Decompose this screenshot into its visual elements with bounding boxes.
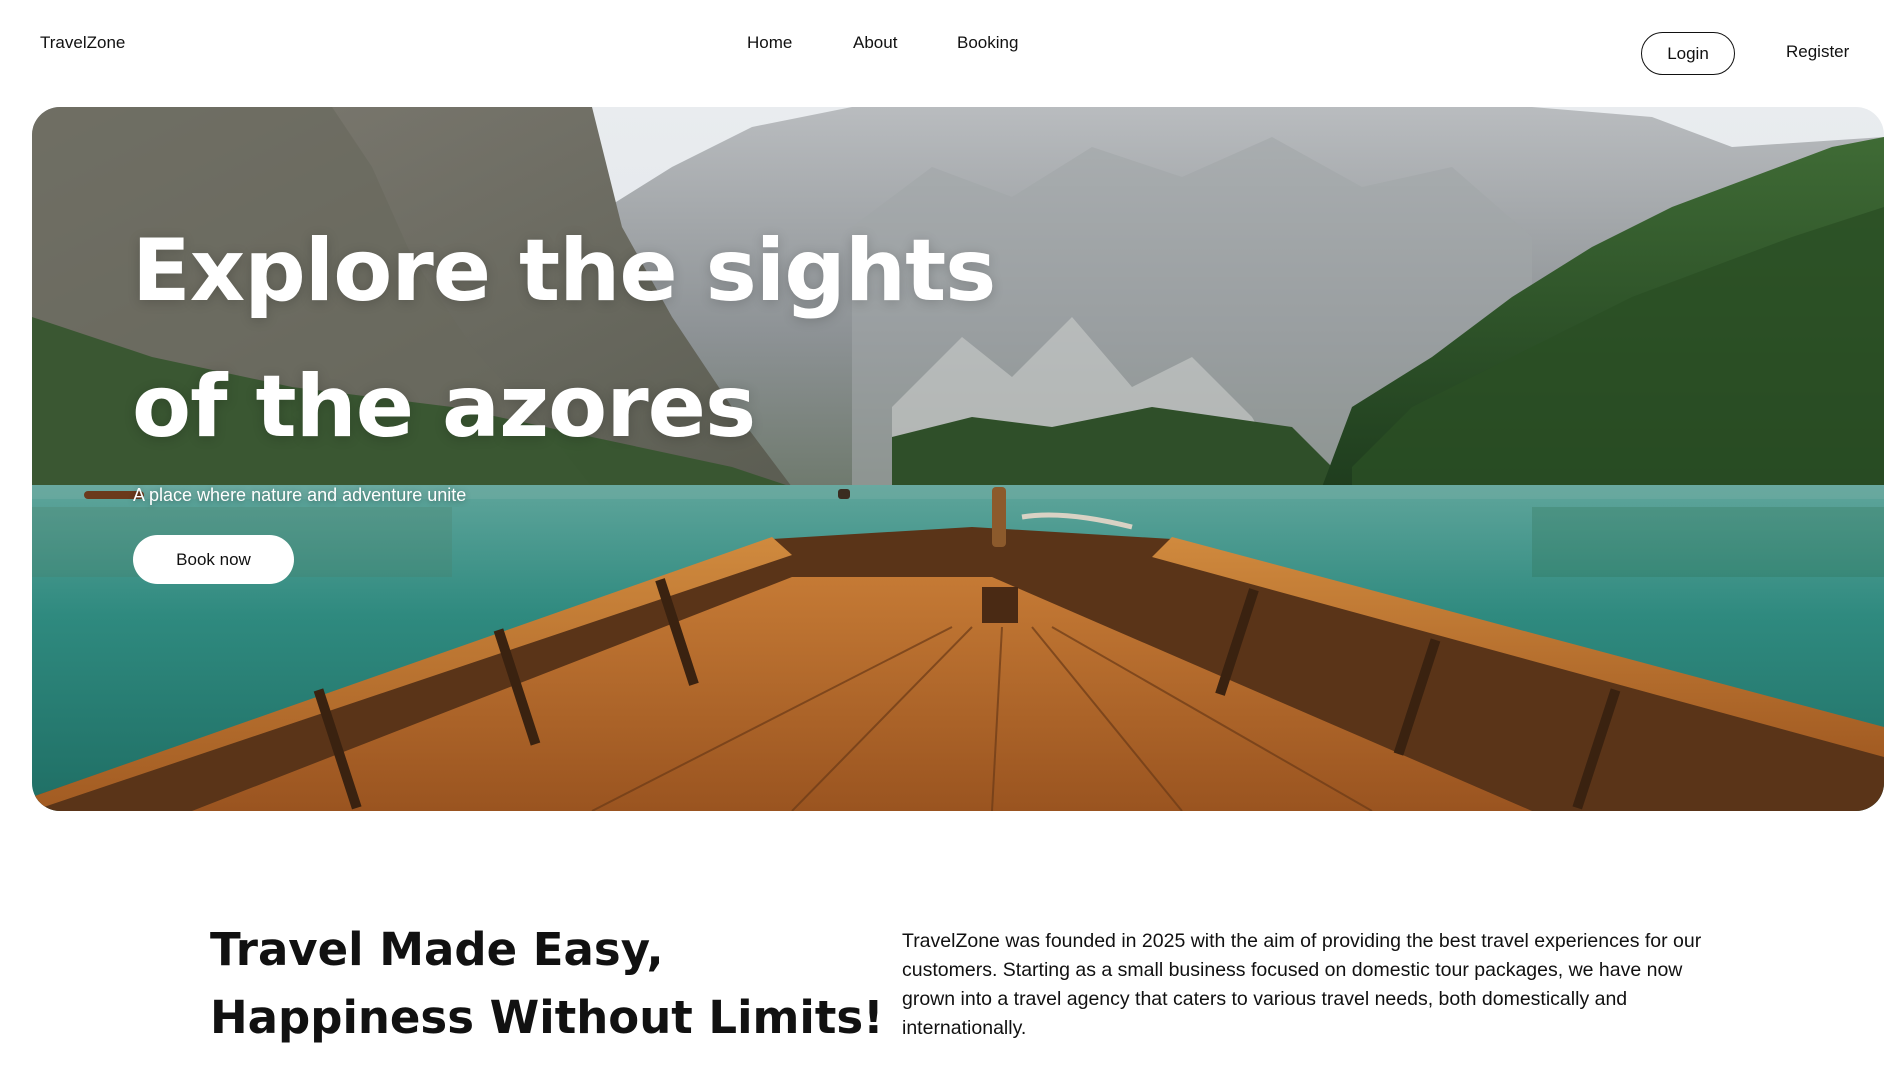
nav-about-link[interactable]: About bbox=[853, 33, 897, 53]
about-heading-line-2: Happiness Without Limits! bbox=[210, 991, 884, 1044]
hero-title-line-1: Explore the sights bbox=[132, 221, 996, 321]
about-description: TravelZone was founded in 2025 with the … bbox=[902, 930, 1702, 1039]
hero-subtitle: A place where nature and adventure unite bbox=[133, 485, 467, 505]
main-nav: Home About Booking bbox=[0, 33, 1903, 57]
register-link[interactable]: Register bbox=[1786, 42, 1849, 62]
hero-title-line-2: of the azores bbox=[132, 357, 756, 457]
login-button[interactable]: Login bbox=[1641, 32, 1735, 75]
nav-home-link[interactable]: Home bbox=[747, 33, 792, 53]
hero-banner: Explore the sights of the azores A place… bbox=[32, 107, 1884, 811]
hero-title: Explore the sights of the azores bbox=[132, 203, 1132, 475]
nav-booking-link[interactable]: Booking bbox=[957, 33, 1018, 53]
about-heading-line-1: Travel Made Easy, bbox=[210, 923, 664, 976]
about-heading: Travel Made Easy, Happiness Without Limi… bbox=[210, 916, 890, 1052]
book-now-button[interactable]: Book now bbox=[133, 535, 294, 584]
